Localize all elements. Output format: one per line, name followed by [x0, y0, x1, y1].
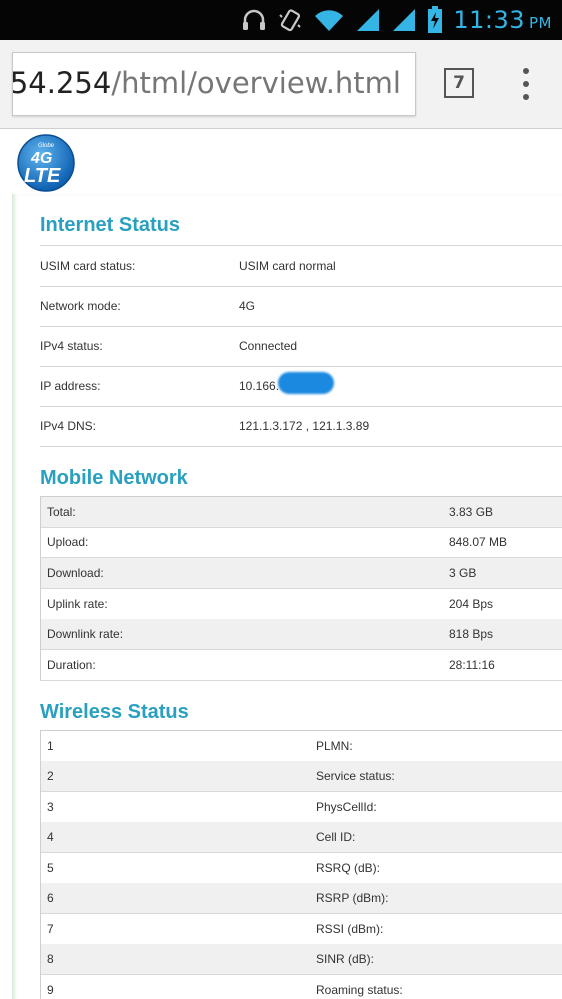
wireless-status-title: Wireless Status	[40, 701, 189, 723]
wireless-row-rsrq: 5 RSRQ (dB):	[41, 853, 562, 884]
mobile-network-title: Mobile Network	[40, 467, 188, 489]
page-header: Globe 4G LTE	[0, 129, 562, 194]
mobile-row-upload: Upload: 848.07 MB	[41, 527, 562, 558]
clock: 11:33 PM	[453, 6, 552, 34]
battery-charging-icon	[427, 5, 443, 35]
wireless-row-roaming-status: 9 Roaming status:	[41, 975, 562, 999]
mobile-row-uplink-rate: Uplink rate: 204 Bps	[41, 589, 562, 620]
mobile-row-total: Total: 3.83 GB	[41, 497, 562, 528]
overflow-menu-icon[interactable]	[516, 68, 536, 100]
internet-row-usim: USIM card status: USIM card normal	[40, 245, 562, 287]
mobile-row-download: Download: 3 GB	[41, 558, 562, 589]
wireless-row-physcellid: 3 PhysCellId:	[41, 792, 562, 823]
status-icons: 11:33 PM	[241, 4, 552, 36]
mobile-row-duration: Duration: 28:11:16	[41, 650, 562, 681]
wireless-row-service-status: 2 Service status:	[41, 761, 562, 792]
browser-toolbar: ·54.254/html/overview.html 7	[0, 40, 562, 129]
web-page: Globe 4G LTE Internet Status USIM card s…	[0, 129, 562, 999]
internet-row-ipv4-dns: IPv4 DNS: 121.1.3.172 , 121.1.3.89	[40, 406, 562, 447]
signal-icon	[355, 5, 381, 35]
wireless-row-cell-id: 4 Cell ID:	[41, 822, 562, 853]
tab-switcher-button[interactable]: 7	[444, 68, 474, 98]
internet-row-network-mode: Network mode: 4G	[40, 286, 562, 327]
vibrate-icon	[277, 5, 303, 35]
wireless-row-rssi: 7 RSSI (dBm):	[41, 914, 562, 945]
svg-text:Globe: Globe	[38, 143, 55, 149]
redaction-mark	[278, 372, 334, 394]
internet-row-ipv4-status: IPv4 status: Connected	[40, 326, 562, 367]
wireless-row-rsrp: 6 RSRP (dBm):	[41, 883, 562, 914]
signal-icon	[391, 5, 417, 35]
wireless-status-table: 1 PLMN: 2 Service status: 3 PhysCellId: …	[40, 730, 562, 999]
wireless-row-sinr: 8 SINR (dB):	[41, 944, 562, 975]
mobile-row-downlink-rate: Downlink rate: 818 Bps	[41, 619, 562, 650]
wireless-row-plmn: 1 PLMN:	[41, 731, 562, 762]
internet-status-title: Internet Status	[40, 214, 181, 236]
svg-text:LTE: LTE	[24, 165, 61, 187]
url-bar[interactable]: ·54.254/html/overview.html	[12, 52, 416, 116]
wifi-icon	[313, 5, 345, 35]
status-bar: 11:33 PM	[0, 0, 562, 40]
overview-content: Internet Status USIM card status: USIM c…	[12, 194, 562, 999]
mobile-network-table: Total: 3.83 GB Upload: 848.07 MB Downloa…	[40, 496, 562, 681]
internet-row-ip-address: IP address: 10.166.	[40, 366, 562, 407]
headphones-icon	[241, 5, 267, 35]
url-text: ·54.254/html/overview.html	[12, 66, 401, 100]
globe-4g-lte-logo: Globe 4G LTE	[16, 133, 76, 193]
